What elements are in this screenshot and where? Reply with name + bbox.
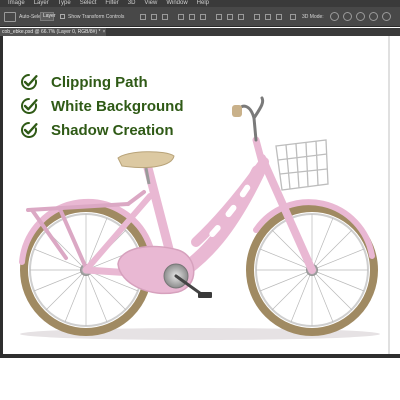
distribute-center-icon[interactable] [265,14,271,20]
align-bottom-icon[interactable] [162,14,168,20]
orbit-3d-icon[interactable] [330,12,339,21]
canvas-bottom-edge [0,354,400,358]
align-top-icon[interactable] [140,14,146,20]
feature-item-clipping-path: Clipping Path [20,70,184,94]
saddle [117,151,175,169]
menu-3d[interactable]: 3D [128,0,136,7]
document-tab[interactable]: cob_ebke.psd @ 66.7% (Layer 0, RGB/8#) *… [0,28,107,36]
menu-window[interactable]: Window [166,0,187,7]
menu-view[interactable]: View [144,0,157,7]
distribute-bottom-icon[interactable] [238,14,244,20]
scale-3d-icon[interactable] [382,12,391,21]
menu-select[interactable]: Select [80,0,97,7]
menu-type[interactable]: Type [58,0,71,7]
close-icon[interactable]: × [103,28,106,36]
menu-layer[interactable]: Layer [34,0,49,7]
align-middle-icon[interactable] [151,14,157,20]
feature-label: Clipping Path [51,73,148,91]
distribute-top-icon[interactable] [216,14,222,20]
document-tab-bar: cob_ebke.psd @ 66.7% (Layer 0, RGB/8#) *… [0,28,400,36]
auto-select-dropdown[interactable]: Layer [40,12,56,21]
distribute-right-icon[interactable] [276,14,282,20]
menu-help[interactable]: Help [197,0,209,7]
move-tool-icon[interactable] [4,12,16,22]
grip [232,105,242,117]
distribute-middle-icon[interactable] [227,14,233,20]
front-basket [275,139,329,191]
show-transform-checkbox[interactable] [60,14,65,19]
auto-align-icon[interactable] [290,14,296,20]
pedal [198,292,212,298]
bicycle-image [19,96,380,340]
menu-filter[interactable]: Filter [105,0,118,7]
document-tab-title: cob_ebke.psd @ 66.7% (Layer 0, RGB/8#) * [2,29,101,35]
options-bar: Auto-Select: Layer Show Transform Contro… [0,7,400,27]
3d-mode-label: 3D Mode: [302,14,324,20]
check-icon [21,73,38,90]
show-transform-label: Show Transform Controls [68,14,125,20]
menu-bar: Image Layer Type Select Filter 3D View W… [0,0,400,7]
align-center-icon[interactable] [189,14,195,20]
canvas-right-edge [388,36,390,356]
pan-3d-icon[interactable] [356,12,365,21]
menu-image[interactable]: Image [8,0,25,7]
align-right-icon[interactable] [200,14,206,20]
roll-3d-icon[interactable] [343,12,352,21]
handlebar [236,96,265,142]
slide-3d-icon[interactable] [369,12,378,21]
canvas-left-edge [0,36,3,356]
distribute-left-icon[interactable] [254,14,260,20]
align-left-icon[interactable] [178,14,184,20]
